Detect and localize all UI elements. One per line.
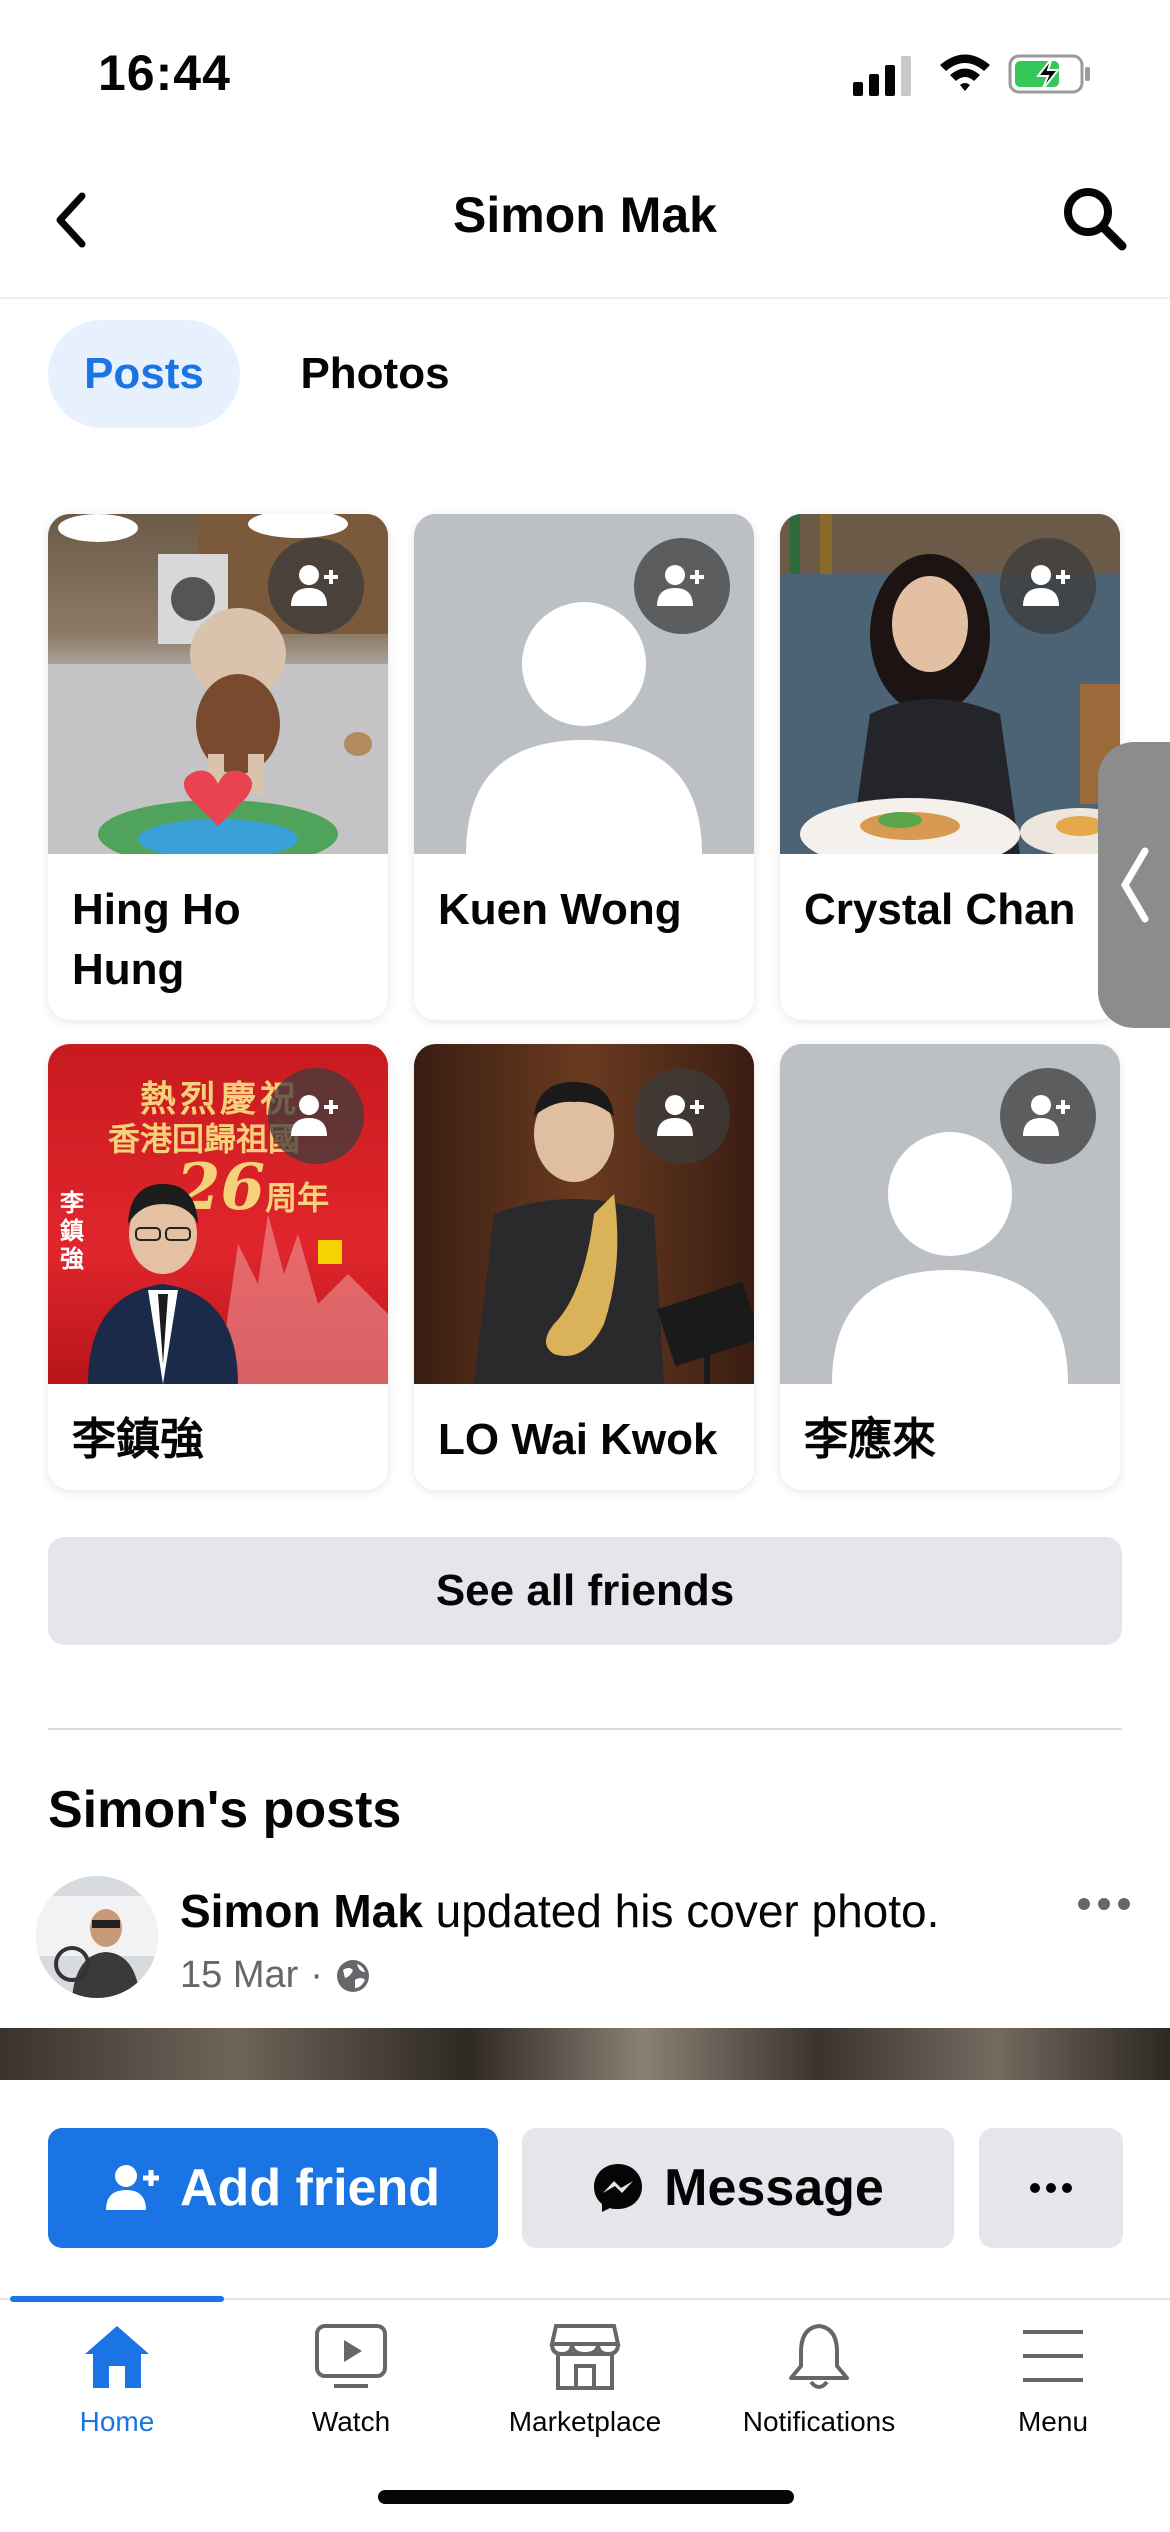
- search-icon[interactable]: [1060, 184, 1130, 254]
- friend-photo-woman[interactable]: [780, 514, 1120, 854]
- nav-marketplace-label: Marketplace: [508, 2406, 662, 2437]
- default-avatar-photo[interactable]: [414, 514, 754, 854]
- nav-watch[interactable]: Watch: [234, 2320, 468, 2438]
- more-options-icon: [1030, 2183, 1072, 2193]
- nav-home[interactable]: Home: [0, 2320, 234, 2438]
- home-icon: [85, 2326, 149, 2388]
- messenger-icon: [594, 2164, 643, 2212]
- friend-photo-dog[interactable]: [48, 514, 388, 854]
- friend-name[interactable]: 李鎮強: [48, 1384, 388, 1470]
- friend-name[interactable]: Hing Ho Hung: [48, 854, 388, 1000]
- friend-photo-poster[interactable]: 熱烈慶祝 香港回歸祖國 26 周年 李鎮強: [48, 1044, 388, 1384]
- nav-notifications-label: Notifications: [742, 2406, 896, 2437]
- add-person-icon: [1023, 1095, 1070, 1136]
- post-date[interactable]: 15 Mar: [180, 1954, 298, 1997]
- add-friend-badge[interactable]: [268, 538, 364, 634]
- add-friend-badge[interactable]: [1000, 538, 1096, 634]
- more-options-icon[interactable]: [1076, 1894, 1132, 1914]
- tab-photos[interactable]: Photos: [270, 320, 480, 428]
- post-action-text: updated his cover photo.: [435, 1885, 940, 1937]
- post-header-text: Simon Mak updated his cover photo.: [180, 1884, 939, 1938]
- post-author-name[interactable]: Simon Mak: [180, 1885, 423, 1937]
- nav-home-label: Home: [79, 2406, 155, 2437]
- add-person-icon: [657, 565, 704, 606]
- friend-photo-saxophone[interactable]: [414, 1044, 754, 1384]
- add-person-icon: [1023, 565, 1070, 606]
- bell-icon: [789, 2324, 849, 2389]
- chevron-left-icon: [1120, 847, 1149, 923]
- more-actions-button[interactable]: [979, 2128, 1123, 2248]
- watch-icon: [315, 2324, 387, 2388]
- nav-marketplace[interactable]: Marketplace: [468, 2320, 702, 2438]
- cover-photo-preview[interactable]: [0, 2028, 1170, 2080]
- add-person-icon: [291, 1095, 338, 1136]
- friend-card[interactable]: Crystal Chan: [780, 514, 1120, 1020]
- message-label: Message: [664, 2159, 884, 2217]
- tab-posts[interactable]: Posts: [48, 320, 240, 428]
- page-title: Simon Mak: [453, 187, 717, 243]
- see-all-friends-button[interactable]: See all friends: [48, 1537, 1122, 1645]
- friend-card[interactable]: Hing Ho Hung: [48, 514, 388, 1020]
- add-friend-button[interactable]: Add friend: [48, 2128, 498, 2248]
- nav-notifications[interactable]: Notifications: [702, 2320, 936, 2438]
- friend-name[interactable]: 李應來: [780, 1384, 1120, 1470]
- home-indicator[interactable]: [378, 2490, 794, 2504]
- marketplace-icon: [549, 2324, 621, 2390]
- globe-icon: [336, 1959, 369, 1992]
- post-author-avatar[interactable]: [36, 1876, 158, 1998]
- friend-name[interactable]: Crystal Chan: [780, 854, 1120, 940]
- menu-icon: [1023, 2330, 1083, 2382]
- wifi-icon: [940, 54, 990, 91]
- add-person-icon: [106, 2165, 159, 2210]
- friend-name[interactable]: Kuen Wong: [414, 854, 754, 940]
- add-person-icon: [291, 565, 338, 606]
- add-friend-badge[interactable]: [268, 1068, 364, 1164]
- post-meta: 15 Mar ·: [180, 1954, 371, 1997]
- posts-heading: Simon's posts: [48, 1781, 402, 1839]
- default-avatar-photo[interactable]: [780, 1044, 1120, 1384]
- friend-card[interactable]: LO Wai Kwok: [414, 1044, 754, 1490]
- add-friend-badge[interactable]: [634, 1068, 730, 1164]
- friend-card[interactable]: Kuen Wong: [414, 514, 754, 1020]
- add-friend-label: Add friend: [180, 2159, 440, 2217]
- nav-menu-label: Menu: [1017, 2406, 1089, 2437]
- add-person-icon: [657, 1095, 704, 1136]
- nav-menu[interactable]: Menu: [936, 2320, 1170, 2438]
- side-panel-handle[interactable]: [1098, 742, 1170, 1028]
- header-divider: [0, 297, 1170, 299]
- battery-icon: [1008, 54, 1090, 94]
- add-friend-badge[interactable]: [634, 538, 730, 634]
- nav-watch-label: Watch: [311, 2406, 391, 2437]
- section-divider: [48, 1728, 1122, 1730]
- status-time: 16:44: [98, 45, 231, 101]
- friend-name[interactable]: LO Wai Kwok: [414, 1384, 754, 1470]
- friend-card[interactable]: 李應來: [780, 1044, 1120, 1490]
- message-button[interactable]: Message: [522, 2128, 954, 2248]
- friend-card[interactable]: 熱烈慶祝 香港回歸祖國 26 周年 李鎮強 李鎮強: [48, 1044, 388, 1490]
- add-friend-badge[interactable]: [1000, 1068, 1096, 1164]
- cellular-signal-icon: [853, 56, 911, 96]
- active-tab-indicator: [10, 2296, 224, 2302]
- dot-separator: ·: [310, 1954, 323, 1996]
